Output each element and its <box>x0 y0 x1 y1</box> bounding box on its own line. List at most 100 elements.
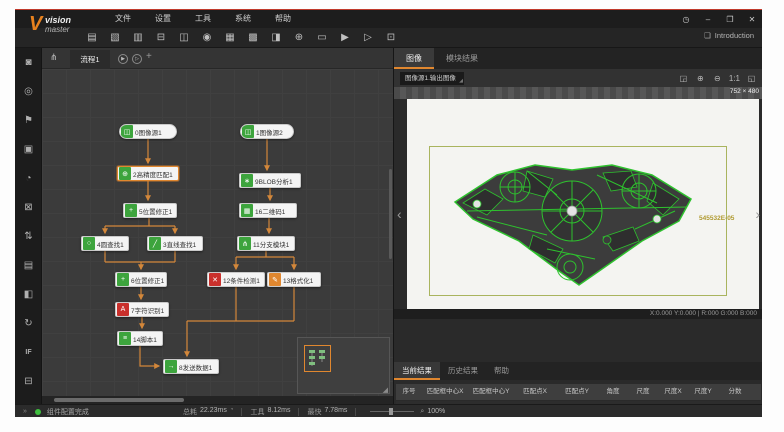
add-flow-button[interactable]: + <box>146 51 152 62</box>
flow-node-n8[interactable]: →8发送数据1 <box>163 359 219 374</box>
tab-image[interactable]: 图像 <box>394 48 434 69</box>
app-logo: V vision master <box>29 13 99 43</box>
flag-icon[interactable]: ⚑ <box>15 106 42 135</box>
flow-canvas[interactable]: ◫0图像源1 ◫1图像源2 ⊕2高精度匹配1 ∗9BLOB分析1 +5位置修正1 ▦16二… <box>42 69 393 396</box>
flow-node-n3[interactable]: ╱3直线查找1 <box>147 236 203 251</box>
camera-icon[interactable]: ◉ <box>200 29 214 45</box>
open-icon[interactable]: ▧ <box>108 29 122 45</box>
clock-icon[interactable]: ◷ <box>680 15 692 24</box>
export-icon[interactable]: ⊟ <box>154 29 168 45</box>
flow-node-n9[interactable]: ∗9BLOB分析1 <box>239 173 301 188</box>
flow-node-n16[interactable]: ▦16二维码1 <box>239 203 297 218</box>
module-label: 7字符识别1 <box>131 305 164 315</box>
flow-node-n7[interactable]: A7字符识别1 <box>115 302 169 317</box>
flow-node-n6[interactable]: +6位置修正1 <box>115 272 167 287</box>
scrollbar-thumb[interactable] <box>54 398 184 402</box>
flow-tab[interactable]: 流程1 <box>70 50 110 69</box>
flow-node-n12[interactable]: ✕12条件检测1 <box>207 272 265 287</box>
statusbar: » 组件配置完成 总耗22.23ms◔工具8.12ms最快7.78ms ⌕ 10… <box>15 404 762 417</box>
color-icon[interactable]: ◧ <box>15 280 42 309</box>
fullscreen-icon[interactable]: ◱ <box>746 72 757 85</box>
minimap-viewport[interactable] <box>304 345 331 372</box>
module-list-icon[interactable]: ▦ <box>223 29 237 45</box>
refresh-icon[interactable]: ↻ <box>15 309 42 338</box>
communication-icon[interactable]: ⊕ <box>292 29 306 45</box>
process-icon[interactable]: ▤ <box>15 251 42 280</box>
tab-history-results[interactable]: 历史结果 <box>440 362 486 380</box>
flow-node-n14[interactable]: ≡14脚本1 <box>117 331 163 346</box>
tab-module-results[interactable]: 模块结果 <box>434 48 490 69</box>
tab-help[interactable]: 帮助 <box>486 362 517 380</box>
one-to-one-icon[interactable]: 1:1 <box>729 72 740 85</box>
run-once-flow-icon[interactable]: ▷ <box>132 54 142 64</box>
minimize-icon[interactable]: – <box>702 15 714 24</box>
viewer-toolbar: 图像源1.输出图像 ◢ ◲ ⊕ ⊖ 1:1 ◱ <box>394 69 762 87</box>
tab-current-results[interactable]: 当前结果 <box>394 362 440 380</box>
camera-icon[interactable]: ◙ <box>15 48 42 77</box>
image-viewer[interactable]: 752 × 480 <box>394 87 762 362</box>
canvas-horizontal-scrollbar[interactable] <box>42 396 393 404</box>
logic-if-icon[interactable]: IF <box>15 338 42 367</box>
image-display-area[interactable]: 545532E-05 <box>407 99 759 309</box>
menu-item-1[interactable]: 设置 <box>143 10 183 28</box>
align-icon[interactable]: ⊠ <box>15 193 42 222</box>
dongle-icon[interactable]: ▭ <box>315 29 329 45</box>
fit-icon[interactable]: ◲ <box>678 72 689 85</box>
flow-header: ⋔ 流程1 ▶ ▷ + <box>42 48 393 69</box>
io-icon[interactable]: ◨ <box>269 29 283 45</box>
statusbar-metrics: 总耗22.23ms◔工具8.12ms最快7.78ms ⌕ 100% <box>183 407 445 417</box>
restore-icon[interactable]: ❐ <box>724 15 736 24</box>
zoom-in-icon[interactable]: ⊕ <box>695 72 706 85</box>
memory-icon[interactable]: ▩ <box>246 29 260 45</box>
flow-node-n5[interactable]: +5位置修正1 <box>123 203 177 218</box>
zoom-slider-thumb[interactable] <box>389 408 393 415</box>
run-once-icon[interactable]: ▷ <box>361 29 375 45</box>
run-flow-icon[interactable]: ▶ <box>118 54 128 64</box>
logo-line2: master <box>45 25 69 34</box>
next-image-arrow[interactable]: › <box>755 207 760 221</box>
flow-tree-icon[interactable]: ⋔ <box>50 52 58 63</box>
zoom-level-label: 100% <box>427 408 445 415</box>
measure-icon[interactable]: ⇅ <box>15 222 42 251</box>
image-source-selector[interactable]: 图像源1.输出图像 ◢ <box>400 72 464 85</box>
flow-node-n2[interactable]: ⊕2高精度匹配1 <box>117 166 179 181</box>
flow-node-n13[interactable]: ✎13格式化1 <box>267 272 321 287</box>
metric-value: 8.12ms <box>267 407 290 417</box>
canvas-minimap[interactable]: ◢ <box>297 337 390 394</box>
metric-2: 最快7.78ms <box>307 407 347 417</box>
introduction-link[interactable]: ❏ Introduction <box>704 31 754 40</box>
image-source-selector-label: 图像源1.输出图像 <box>405 75 456 82</box>
logo-line1: vision <box>45 15 71 25</box>
menu-item-2[interactable]: 工具 <box>183 10 223 28</box>
statusbar-expand-icon[interactable]: » <box>23 408 27 415</box>
stop-icon[interactable]: ⊡ <box>384 29 398 45</box>
roi-rectangle[interactable] <box>429 146 727 296</box>
locate-icon[interactable]: ◎ <box>15 77 42 106</box>
flow-node-n0[interactable]: ◫0图像源1 <box>119 124 177 139</box>
module-icon: ⊕ <box>119 167 131 180</box>
introduction-label: Introduction <box>715 31 754 40</box>
calibration-icon[interactable]: ◔ <box>15 164 42 193</box>
menu-item-4[interactable]: 帮助 <box>263 10 303 28</box>
module-label: 8发送数据1 <box>179 362 212 372</box>
layout-icon[interactable]: ◫ <box>177 29 191 45</box>
module-label: 6位置修正1 <box>131 275 164 285</box>
flow-node-n4[interactable]: ○4圆查找1 <box>81 236 129 251</box>
menu-item-0[interactable]: 文件 <box>103 10 143 28</box>
prev-image-arrow[interactable]: ‹ <box>397 207 402 221</box>
run-icon[interactable]: ▶ <box>338 29 352 45</box>
menu-item-3[interactable]: 系统 <box>223 10 263 28</box>
column-header: 匹配框中心Y <box>468 384 514 400</box>
save-as-icon[interactable]: ▥ <box>131 29 145 45</box>
focus-icon[interactable]: ▣ <box>15 135 42 164</box>
minimap-flow-thumbnail <box>305 346 332 373</box>
minimap-resize-handle[interactable]: ◢ <box>383 386 388 394</box>
flow-node-n1[interactable]: ◫1图像源2 <box>240 124 294 139</box>
close-icon[interactable]: ✕ <box>746 15 758 24</box>
canvas-vertical-scrollbar[interactable] <box>389 169 392 259</box>
zoom-out-icon[interactable]: ⊖ <box>712 72 723 85</box>
screen-icon[interactable]: ⊟ <box>15 367 42 396</box>
canvas-zoom-slider[interactable] <box>370 411 414 412</box>
flow-node-n11[interactable]: ⋔11分支模块1 <box>237 236 295 251</box>
menubar: 文件设置工具系统帮助 <box>103 10 303 28</box>
